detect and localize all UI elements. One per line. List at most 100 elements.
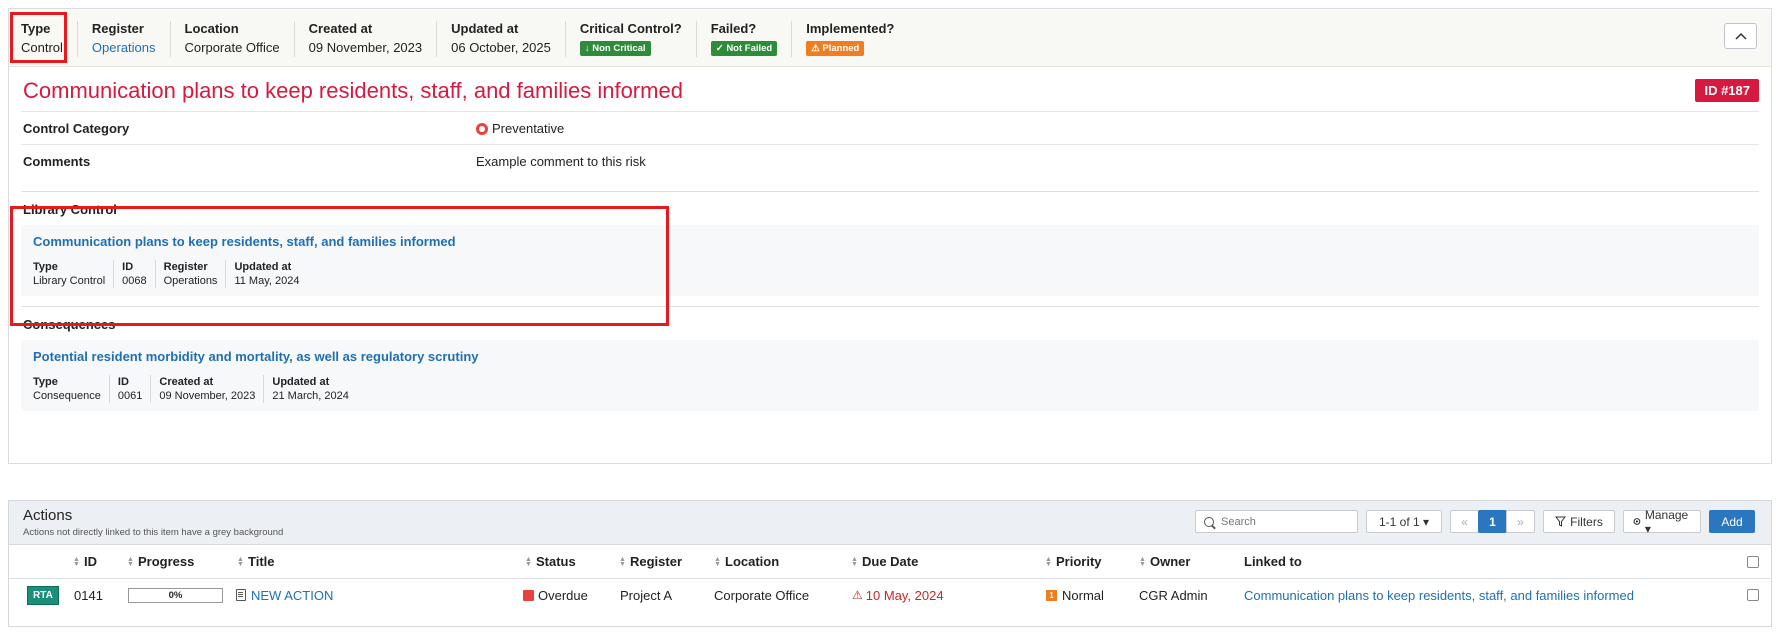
row-title[interactable]: NEW ACTION [236,579,333,611]
col-header-location[interactable]: ▲ ▼ Location [714,545,779,578]
meta-value: Consequence [33,390,101,402]
search-box[interactable] [1195,510,1358,533]
col-header-id-label: ID [84,554,97,569]
col-header-due-date[interactable]: ▲ ▼ Due Date [851,545,918,578]
summary-register-link[interactable]: Operations [92,40,156,56]
meta-label: Updated at [272,376,330,388]
col-header-register[interactable]: ▲ ▼ Register [619,545,682,578]
consequence-meta-id: ID 0061 [110,375,152,403]
manage-button[interactable]: Manage ▾ [1623,507,1701,536]
meta-value: 0068 [122,275,147,287]
consequence-meta-type: Type Consequence [33,375,110,403]
prev-page-button[interactable]: « [1450,510,1479,533]
id-badge: ID #187 [1695,79,1759,102]
row-register: Project A [620,587,673,603]
library-control-meta: Type Library Control ID 0068 Register Opera… [33,260,1747,288]
consequence-link[interactable]: Potential resident morbidity and mortali… [33,349,479,364]
col-header-owner[interactable]: ▲ ▼ Owner [1139,545,1190,578]
search-input[interactable] [1221,515,1341,528]
overdue-status-icon [523,589,534,601]
sort-icon: ▲ ▼ [851,555,858,568]
add-action-button[interactable]: Add [1709,510,1755,533]
control-category-label: Control Category [23,121,130,136]
summary-register: Register Operations [78,21,171,57]
field-comments: Comments Example comment to this risk [21,144,1759,177]
consequence-meta-updated: Updated at 21 March, 2024 [264,375,356,403]
preventative-icon [476,122,488,135]
library-control-heading: Library Control [23,202,117,217]
consequence-meta: Type Consequence ID 0061 Created at 09 Nove… [33,375,1747,403]
filters-label: Filters [1570,514,1603,529]
summary-implemented-label: Implemented? [806,21,895,36]
search-icon [1204,516,1214,527]
library-control-section: Library Control Communication plans to k… [21,191,1759,296]
priority-icon: 1 [1046,589,1057,601]
summary-type-value: Control [21,40,63,55]
row-linked-to-link[interactable]: Communication plans to keep residents, s… [1244,579,1634,611]
row-progress: 0% [128,579,223,611]
actions-table: ▲ ▼ ID ▲ ▼ Progress ▲ ▼ Title ▲ ▼ Status ▲ ▼ Regis… [9,545,1771,611]
meta-value: 21 March, 2024 [272,390,349,402]
gear-icon [1633,518,1641,525]
col-header-priority[interactable]: ▲ ▼ Priority [1045,545,1102,578]
checkbox-box [1747,555,1759,568]
sort-icon: ▲ ▼ [525,555,532,568]
summary-created: Created at 09 November, 2023 [295,21,438,57]
col-header-id[interactable]: ▲ ▼ ID [73,545,97,578]
library-meta-updated: Updated at 11 May, 2024 [226,260,307,288]
page-1-button[interactable]: 1 [1478,510,1507,533]
col-header-due-date-label: Due Date [862,554,919,569]
meta-label: Register [163,261,208,273]
meta-value: 0061 [117,390,143,402]
row-location: Corporate Office [714,587,810,603]
col-header-status[interactable]: ▲ ▼ Status [525,545,576,578]
library-meta-type: Type Library Control [33,260,115,288]
library-control-link[interactable]: Communication plans to keep residents, s… [33,234,456,249]
summary-updated-value: 06 October, 2025 [451,40,551,55]
filter-icon [1555,516,1567,527]
col-header-priority-label: Priority [1056,554,1102,569]
rta-badge: RTA [27,585,59,605]
actions-panel: Actions Actions not directly linked to t… [8,500,1772,627]
col-header-linked-to: Linked to [1244,545,1302,578]
pagination-dropdown[interactable]: 1-1 of 1 ▾ [1366,510,1442,533]
title-row: Communication plans to keep residents, s… [9,67,1771,111]
sort-icon: ▲ ▼ [1045,555,1052,568]
meta-label: Updated at [234,261,292,273]
implemented-status-badge: ⚠ Planned [806,41,865,56]
filters-button[interactable]: Filters [1543,510,1615,533]
col-header-progress-label: Progress [138,554,195,569]
actions-title: Actions [23,507,73,524]
table-row[interactable]: RTA 0141 0% NEW ACTION Overdue Project A… [9,579,1771,611]
library-meta-register: Register Operations [156,260,227,288]
sort-icon: ▲ ▼ [237,555,244,568]
row-priority: 1 Normal [1046,579,1104,611]
due-date-text: 10 May, 2024 [865,587,944,603]
next-page-button[interactable]: » [1506,510,1535,533]
table-header-row: ▲ ▼ ID ▲ ▼ Progress ▲ ▼ Title ▲ ▼ Status ▲ ▼ Regis… [9,545,1771,579]
row-owner: CGR Admin [1139,587,1208,603]
chevron-up-icon [1734,32,1747,40]
library-control-card: Communication plans to keep residents, s… [21,225,1759,296]
select-all-checkbox[interactable] [1747,545,1759,578]
sort-icon: ▲ ▼ [73,555,80,568]
control-category-text: Preventative [492,121,565,136]
field-control-category: Control Category Preventative [21,111,1759,144]
checkbox-box [1747,589,1759,601]
col-header-progress[interactable]: ▲ ▼ Progress [127,545,194,578]
row-checkbox[interactable] [1747,579,1759,611]
status-text: Overdue [538,587,588,603]
failed-status-badge: ✓ Not Failed [710,41,778,56]
summary-implemented: Implemented? ⚠ Planned [792,21,908,57]
collapse-button[interactable] [1724,23,1757,49]
manage-label: Manage ▾ [1644,507,1689,536]
meta-value: 09 November, 2023 [159,390,256,402]
consequence-card: Potential resident morbidity and mortali… [21,340,1759,411]
summary-created-value: 09 November, 2023 [308,40,423,55]
col-header-title[interactable]: ▲ ▼ Title [237,545,274,578]
summary-register-label: Register [91,21,144,36]
actions-subtitle: Actions not directly linked to this item… [23,527,284,538]
action-title-link[interactable]: NEW ACTION [251,588,333,603]
library-meta-id: ID 0068 [114,260,156,288]
summary-created-label: Created at [308,21,373,36]
